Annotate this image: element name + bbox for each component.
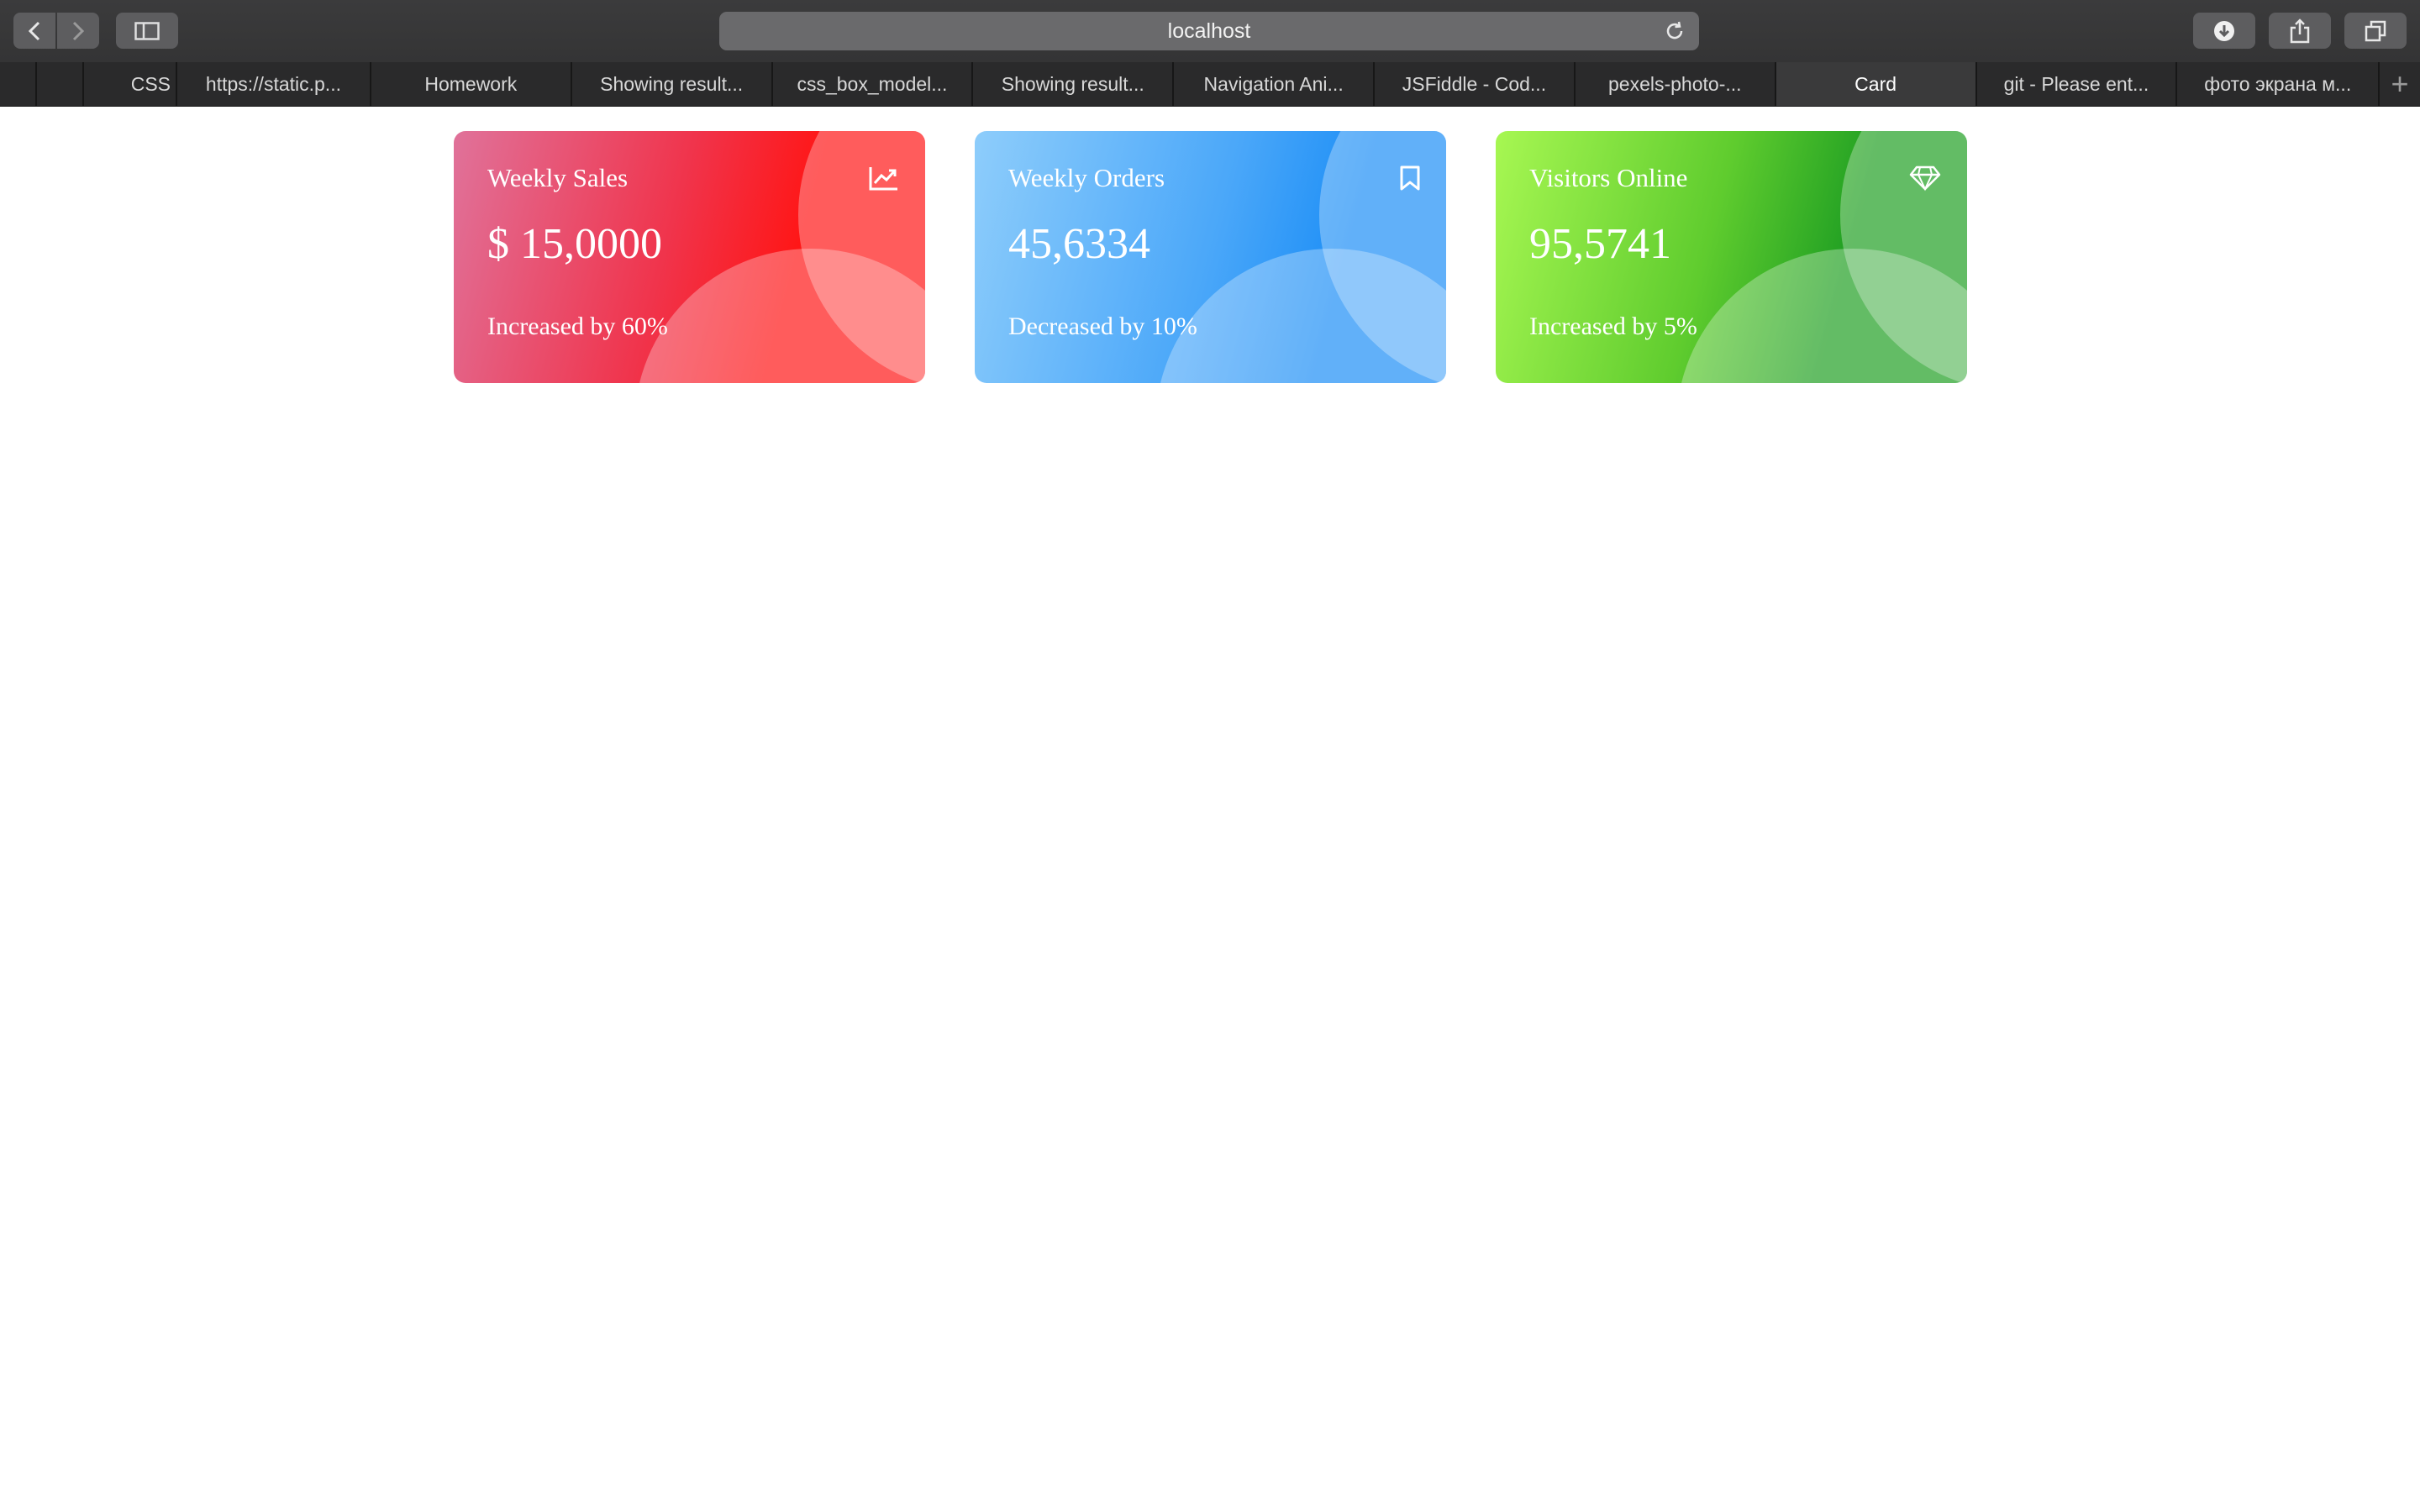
card-note: Increased by 60%: [487, 312, 668, 340]
tab-pinned[interactable]: [37, 62, 84, 106]
share-button[interactable]: [2269, 13, 2331, 49]
tab-label: css_box_model...: [797, 72, 948, 95]
tab-css[interactable]: CSS: [84, 62, 178, 106]
tab-label: pexels-photo-...: [1608, 72, 1742, 95]
card-title: Weekly Orders: [1008, 163, 1165, 192]
card-value: 95,5741: [1529, 220, 1671, 268]
tab-label: Showing result...: [1001, 72, 1144, 95]
downloads-button[interactable]: [2193, 13, 2255, 49]
tab-label: фото экрана м...: [2204, 72, 2352, 95]
chevron-left-icon: [28, 21, 40, 40]
tab-css-box-model[interactable]: css_box_model...: [773, 62, 974, 106]
tab-label: Homework: [424, 72, 518, 95]
decor-circle: [1155, 249, 1446, 383]
tab-label: CSS: [130, 72, 171, 95]
tab-showing-result-2[interactable]: Showing result...: [973, 62, 1175, 106]
tab-homework[interactable]: Homework: [371, 62, 572, 106]
address-text: localhost: [1167, 18, 1251, 43]
tab-jsfiddle[interactable]: JSFiddle - Cod...: [1375, 62, 1576, 106]
tab-label: https://static.p...: [205, 72, 341, 95]
trending-up-icon: [869, 167, 897, 191]
download-icon: [2214, 20, 2234, 41]
tab-pinned[interactable]: [0, 62, 37, 106]
tab-card[interactable]: Card: [1776, 62, 1977, 106]
browser-toolbar: localhost: [0, 0, 2420, 62]
tab-label: JSFiddle - Cod...: [1402, 72, 1547, 95]
card-weekly-orders: Weekly Orders 45,6334 Decreased by 10%: [975, 131, 1446, 383]
chevron-right-icon: [72, 21, 85, 40]
bookmark-icon: [1400, 165, 1420, 191]
reload-icon[interactable]: [1664, 20, 1686, 42]
decor-circle: [634, 249, 925, 383]
card-note: Decreased by 10%: [1008, 312, 1197, 340]
card-title: Visitors Online: [1529, 163, 1688, 192]
show-tabs-button[interactable]: [2344, 13, 2407, 49]
tab-label: Showing result...: [600, 72, 744, 95]
cards-row: Weekly Sales $ 15,0000 Increased by 60% …: [0, 106, 2420, 383]
tab-label: Navigation Ani...: [1203, 72, 1344, 95]
tab-git[interactable]: git - Please ent...: [1977, 62, 2178, 106]
forward-button[interactable]: [57, 13, 99, 49]
sidebar-toggle-button[interactable]: [116, 13, 178, 49]
diamond-icon: [1909, 165, 1941, 192]
tab-pexels[interactable]: pexels-photo-...: [1576, 62, 1776, 106]
card-note: Increased by 5%: [1529, 312, 1697, 340]
card-weekly-sales: Weekly Sales $ 15,0000 Increased by 60%: [454, 131, 925, 383]
card-title: Weekly Sales: [487, 163, 629, 192]
decor-circle: [1676, 249, 1967, 383]
card-value: 45,6334: [1008, 220, 1150, 268]
tab-bar: CSS https://static.p... Homework Showing…: [0, 62, 2420, 107]
tab-label: git - Please ent...: [2003, 72, 2149, 95]
tab-screen-photo[interactable]: фото экрана м...: [2177, 62, 2381, 106]
tab-static[interactable]: https://static.p...: [177, 62, 371, 106]
tab-showing-result-1[interactable]: Showing result...: [572, 62, 773, 106]
new-tab-button[interactable]: +: [2380, 62, 2420, 106]
tab-navigation[interactable]: Navigation Ani...: [1174, 62, 1376, 106]
tabs-overview-icon: [2365, 20, 2386, 41]
tab-label: Card: [1854, 72, 1897, 95]
sidebar-icon: [134, 21, 160, 40]
share-icon: [2290, 18, 2310, 43]
back-button[interactable]: [13, 13, 55, 49]
card-value: $ 15,0000: [487, 220, 662, 268]
address-bar[interactable]: localhost: [719, 12, 1699, 50]
card-visitors-online: Visitors Online 95,5741 Increased by 5%: [1496, 131, 1967, 383]
